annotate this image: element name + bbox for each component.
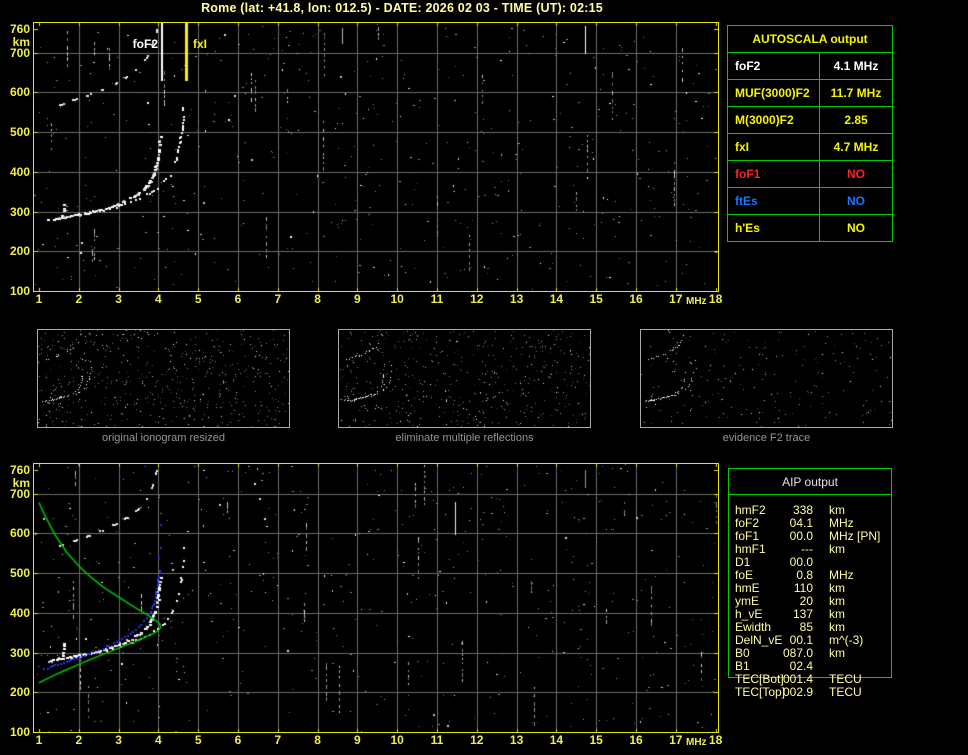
- autoscala-row-label: h'Es: [728, 215, 820, 241]
- autoscala-row-value: 4.7 MHz: [833, 140, 879, 154]
- autoscala-row-muf3000f2: MUF(3000)F2 11.7 MHz: [728, 80, 892, 107]
- x-tick-label: 9: [354, 733, 361, 747]
- autoscala-row-ftes: ftEs NO: [728, 188, 892, 215]
- x-tick-label: 11: [430, 292, 444, 306]
- x-tick-label: 2: [75, 292, 83, 306]
- ionogram-plot-top: foF2 fxI: [33, 22, 719, 292]
- page-title: Rome (lat: +41.8, lon: 012.5) - DATE: 20…: [201, 1, 603, 15]
- aip-unit: TECU: [829, 685, 862, 699]
- autoscala-row-value: NO: [847, 194, 865, 208]
- y-tick-label: 200: [9, 244, 30, 258]
- aip-row-tectop: TEC[Top] 002.9 TECU: [729, 686, 891, 699]
- x-tick-label: 5: [194, 733, 202, 747]
- thumbnail-canvas-2: [339, 330, 590, 427]
- y-axis-unit-label: km: [12, 35, 30, 49]
- autoscala-table: AUTOSCALA output foF2 4.1 MHz MUF(3000)F…: [727, 25, 893, 242]
- ionogram-plot-bottom: [33, 463, 719, 733]
- x-tick-label: 14: [549, 292, 564, 306]
- x-axis-unit-label: MHz: [686, 737, 707, 748]
- x-tick-label: 6: [234, 733, 242, 747]
- y-tick-label: 300: [9, 646, 30, 660]
- x-tick-label: 9: [354, 292, 361, 306]
- x-axis-unit-label: MHz: [686, 296, 707, 307]
- autoscala-row-value: 4.1 MHz: [833, 59, 879, 73]
- aip-unit: km: [829, 542, 845, 556]
- y-tick-label: 500: [9, 125, 30, 139]
- x-tick-label: 7: [274, 733, 282, 747]
- autoscala-row-fof2: foF2 4.1 MHz: [728, 53, 892, 80]
- thumbnail-2-caption: eliminate multiple reflections: [395, 432, 534, 444]
- autoscala-row-label: ftEs: [728, 188, 820, 214]
- thumbnail-evidence-f2-trace: [640, 329, 893, 428]
- x-tick-label: 4: [155, 292, 162, 306]
- autoscala-row-value: NO: [847, 221, 865, 235]
- autoscala-row-label: MUF(3000)F2: [728, 80, 820, 106]
- y-tick-label: 400: [9, 165, 30, 179]
- thumbnail-1-caption: original ionogram resized: [102, 432, 225, 444]
- x-tick-label: 7: [274, 292, 282, 306]
- y-tick-label: 200: [9, 685, 30, 699]
- y-axis-unit-label: km: [12, 476, 30, 490]
- x-tick-label: 17: [669, 292, 683, 306]
- x-tick-label: 15: [589, 292, 603, 306]
- x-tick-label: 12: [470, 733, 484, 747]
- x-tick-label: 3: [115, 733, 122, 747]
- y-tick-label: 400: [9, 606, 30, 620]
- thumbnail-eliminate-reflections: [338, 329, 591, 428]
- x-tick-label: 13: [509, 292, 524, 306]
- aip-unit: km: [829, 646, 845, 660]
- x-tick-label: 13: [509, 733, 524, 747]
- y-tick-label: 500: [9, 566, 30, 580]
- autoscala-row-label: foF1: [728, 161, 820, 187]
- y-tick-label: 300: [9, 205, 30, 219]
- fxi-marker-label: fxI: [193, 37, 208, 51]
- x-tick-label: 10: [390, 733, 404, 747]
- autoscala-row-label: fxI: [728, 134, 820, 160]
- fof2-marker-label: foF2: [132, 37, 158, 51]
- x-tick-label: 4: [155, 733, 162, 747]
- x-tick-label: 11: [430, 733, 444, 747]
- autoscala-row-m3000f2: M(3000)F2 2.85: [728, 107, 892, 134]
- thumbnail-canvas-1: [38, 330, 289, 427]
- x-tick-label: 3: [115, 292, 122, 306]
- autoscala-row-value: 2.85: [844, 113, 868, 127]
- x-tick-label: 2: [75, 733, 83, 747]
- x-tick-label: 8: [314, 292, 321, 306]
- x-tick-label: 5: [194, 292, 202, 306]
- x-tick-label: 17: [669, 733, 683, 747]
- y-tick-label: 600: [9, 526, 30, 540]
- x-tick-label: 16: [629, 733, 643, 747]
- x-tick-label: 14: [549, 733, 564, 747]
- x-tick-label: 10: [390, 292, 404, 306]
- autoscala-row-hes: h'Es NO: [728, 215, 892, 241]
- autoscala-row-label: M(3000)F2: [728, 107, 820, 133]
- autoscala-row-value: NO: [847, 167, 865, 181]
- ionogram-canvas-bottom: [34, 464, 718, 732]
- autoscala-row-fof1: foF1 NO: [728, 161, 892, 188]
- autoscala-screen: Rome (lat: +41.8, lon: 012.5) - DATE: 20…: [0, 0, 968, 755]
- aip-table: AIP output hmF2 338 km foF2 04.1 MHz foF1 00.…: [728, 468, 892, 699]
- autoscala-row-label: foF2: [728, 53, 820, 79]
- thumbnail-original-ionogram: [37, 329, 290, 428]
- x-tick-label: 6: [234, 292, 242, 306]
- thumbnail-canvas-3: [641, 330, 892, 427]
- y-tick-label: 100: [9, 284, 30, 298]
- aip-note: [PN]: [857, 529, 881, 543]
- y-tick-label: 600: [9, 85, 30, 99]
- thumbnail-3-caption: evidence F2 trace: [722, 432, 811, 444]
- autoscala-row-value: 11.7 MHz: [830, 86, 882, 100]
- x-tick-label: 16: [629, 292, 643, 306]
- x-tick-label: 12: [470, 292, 484, 306]
- ionogram-canvas-top: [34, 23, 718, 291]
- aip-value: 002.9: [782, 685, 813, 699]
- aip-table-header: AIP output: [729, 469, 891, 495]
- autoscala-row-fxi: fxI 4.7 MHz: [728, 134, 892, 161]
- y-tick-label: 100: [9, 725, 30, 739]
- x-tick-label: 15: [589, 733, 603, 747]
- x-tick-label: 8: [314, 733, 321, 747]
- autoscala-table-header: AUTOSCALA output: [728, 26, 892, 53]
